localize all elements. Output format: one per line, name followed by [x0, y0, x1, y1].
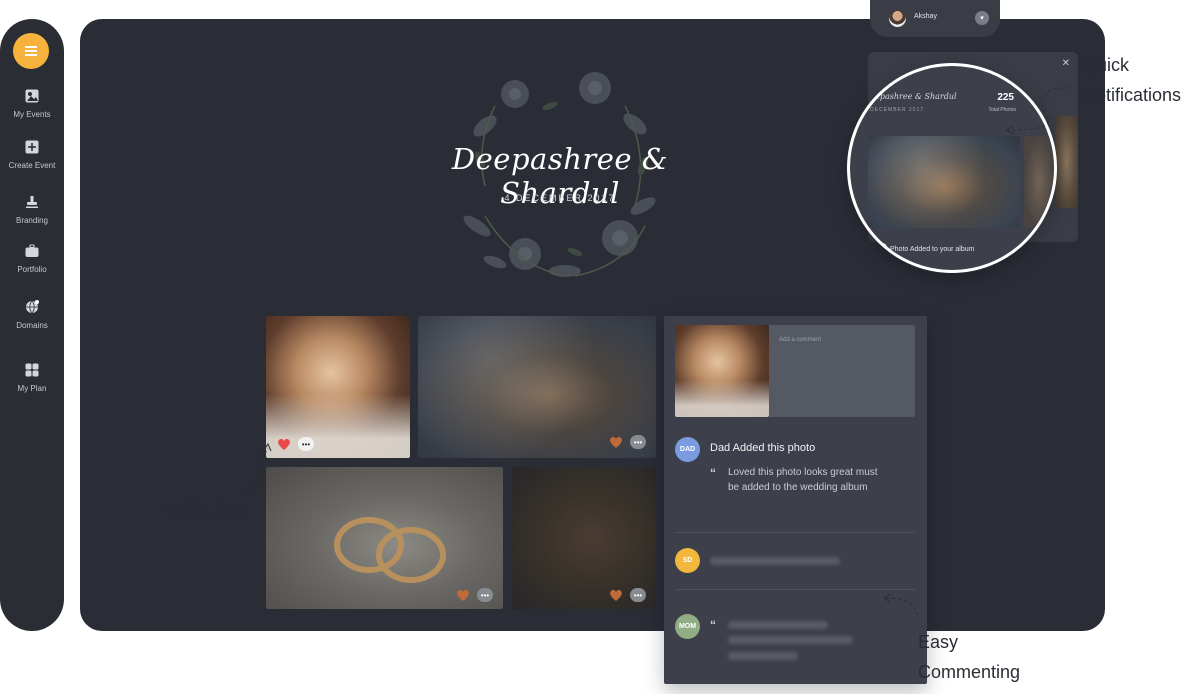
sidebar-item-portfolio[interactable]: Portfolio [0, 244, 64, 274]
sidebar-item-create-event[interactable]: Create Event [0, 140, 64, 170]
menu-icon [25, 50, 37, 52]
photo-actions: ••• [276, 436, 314, 452]
annotation-easy-commenting: Easy Commenting [918, 627, 1020, 687]
annotation-line: Quick [1083, 55, 1130, 75]
sidebar: My Events Create Event Branding Portfoli… [0, 19, 64, 631]
globe-icon [26, 300, 39, 314]
blurred-comment [728, 652, 798, 660]
chevron-down-icon[interactable]: ▾ [975, 11, 989, 25]
app-screen: My Events Create Event Branding Portfoli… [0, 0, 1200, 694]
image-icon [25, 89, 39, 103]
comment-bubble-icon[interactable]: ••• [477, 588, 493, 602]
annotation-line: Commenting [918, 662, 1021, 682]
avatar: SD [675, 548, 700, 573]
divider [675, 532, 915, 533]
close-icon[interactable]: ✕ [1062, 58, 1070, 69]
notification-photo[interactable] [868, 136, 1020, 228]
sidebar-item-label: Branding [15, 216, 49, 225]
notification-title: Deepashree & Shardul [864, 92, 957, 101]
blurred-comment [728, 621, 828, 629]
user-menu[interactable]: Akshay ▾ [870, 0, 1000, 37]
annotation-quick-likes: Quick Likes [166, 501, 244, 518]
blurred-comment [710, 557, 840, 565]
dashed-arrow-icon [240, 442, 272, 491]
ring-detail [376, 527, 446, 583]
notification-message: Photo Added to your album [890, 246, 975, 253]
briefcase-icon [25, 244, 39, 257]
heart-icon[interactable] [608, 587, 624, 603]
comment-bubble-icon[interactable]: ••• [630, 435, 646, 449]
dashed-arrow-icon [1004, 87, 1070, 134]
avatar [889, 10, 906, 27]
annotation-quick-notifications: Quick Notifications [1083, 50, 1181, 110]
comment-panel: Add a comment DAD Dad Added this photo “… [664, 316, 927, 684]
blurred-comment [728, 636, 853, 644]
sidebar-item-label: Create Event [8, 161, 56, 170]
notification-date: 4 DECEMBER 2017 [864, 107, 925, 113]
event-date: 4 DECEMBER 2017 [504, 193, 616, 203]
annotation-line: Notifications [1083, 85, 1182, 105]
comment-input[interactable]: Add a comment [769, 325, 915, 417]
comment-bubble-icon[interactable]: ••• [298, 437, 314, 451]
sidebar-item-my-events[interactable]: My Events [0, 89, 64, 119]
avatar: MOM [675, 614, 700, 639]
sidebar-item-label: My Events [13, 110, 51, 119]
quote-icon: “ [710, 466, 716, 480]
photo-actions: ••• [608, 434, 646, 450]
dashed-arrow-icon [883, 593, 918, 616]
divider [675, 589, 915, 590]
notification-photo[interactable] [1024, 136, 1054, 228]
sidebar-item-domains[interactable]: Domains [0, 300, 64, 330]
sidebar-item-label: Portfolio [17, 265, 47, 274]
stamp-icon [26, 196, 38, 208]
app-logo[interactable] [13, 33, 49, 69]
sidebar-item-my-plan[interactable]: My Plan [0, 363, 64, 393]
user-name: Akshay [914, 13, 937, 20]
comment-text: Loved this photo looks great must be add… [728, 467, 878, 493]
sidebar-item-label: Domains [16, 321, 48, 330]
plus-square-icon [25, 140, 39, 154]
photo-actions: ••• [455, 587, 493, 603]
comment-bubble-icon[interactable]: ••• [630, 588, 646, 602]
sidebar-item-label: My Plan [17, 384, 47, 393]
selected-photo-thumb [675, 325, 769, 417]
plan-blocks-icon [25, 363, 39, 377]
heart-icon[interactable] [455, 587, 471, 603]
comment-author: Dad Added this photo [710, 442, 816, 454]
heart-liked-icon[interactable] [276, 436, 292, 452]
sidebar-item-branding[interactable]: Branding [0, 195, 64, 225]
annotation-line: Easy [918, 632, 959, 652]
photo-actions: ••• [608, 587, 646, 603]
status-dot [878, 243, 887, 252]
heart-icon[interactable] [608, 434, 624, 450]
quote-icon: “ [710, 618, 716, 632]
avatar: DAD [675, 437, 700, 462]
